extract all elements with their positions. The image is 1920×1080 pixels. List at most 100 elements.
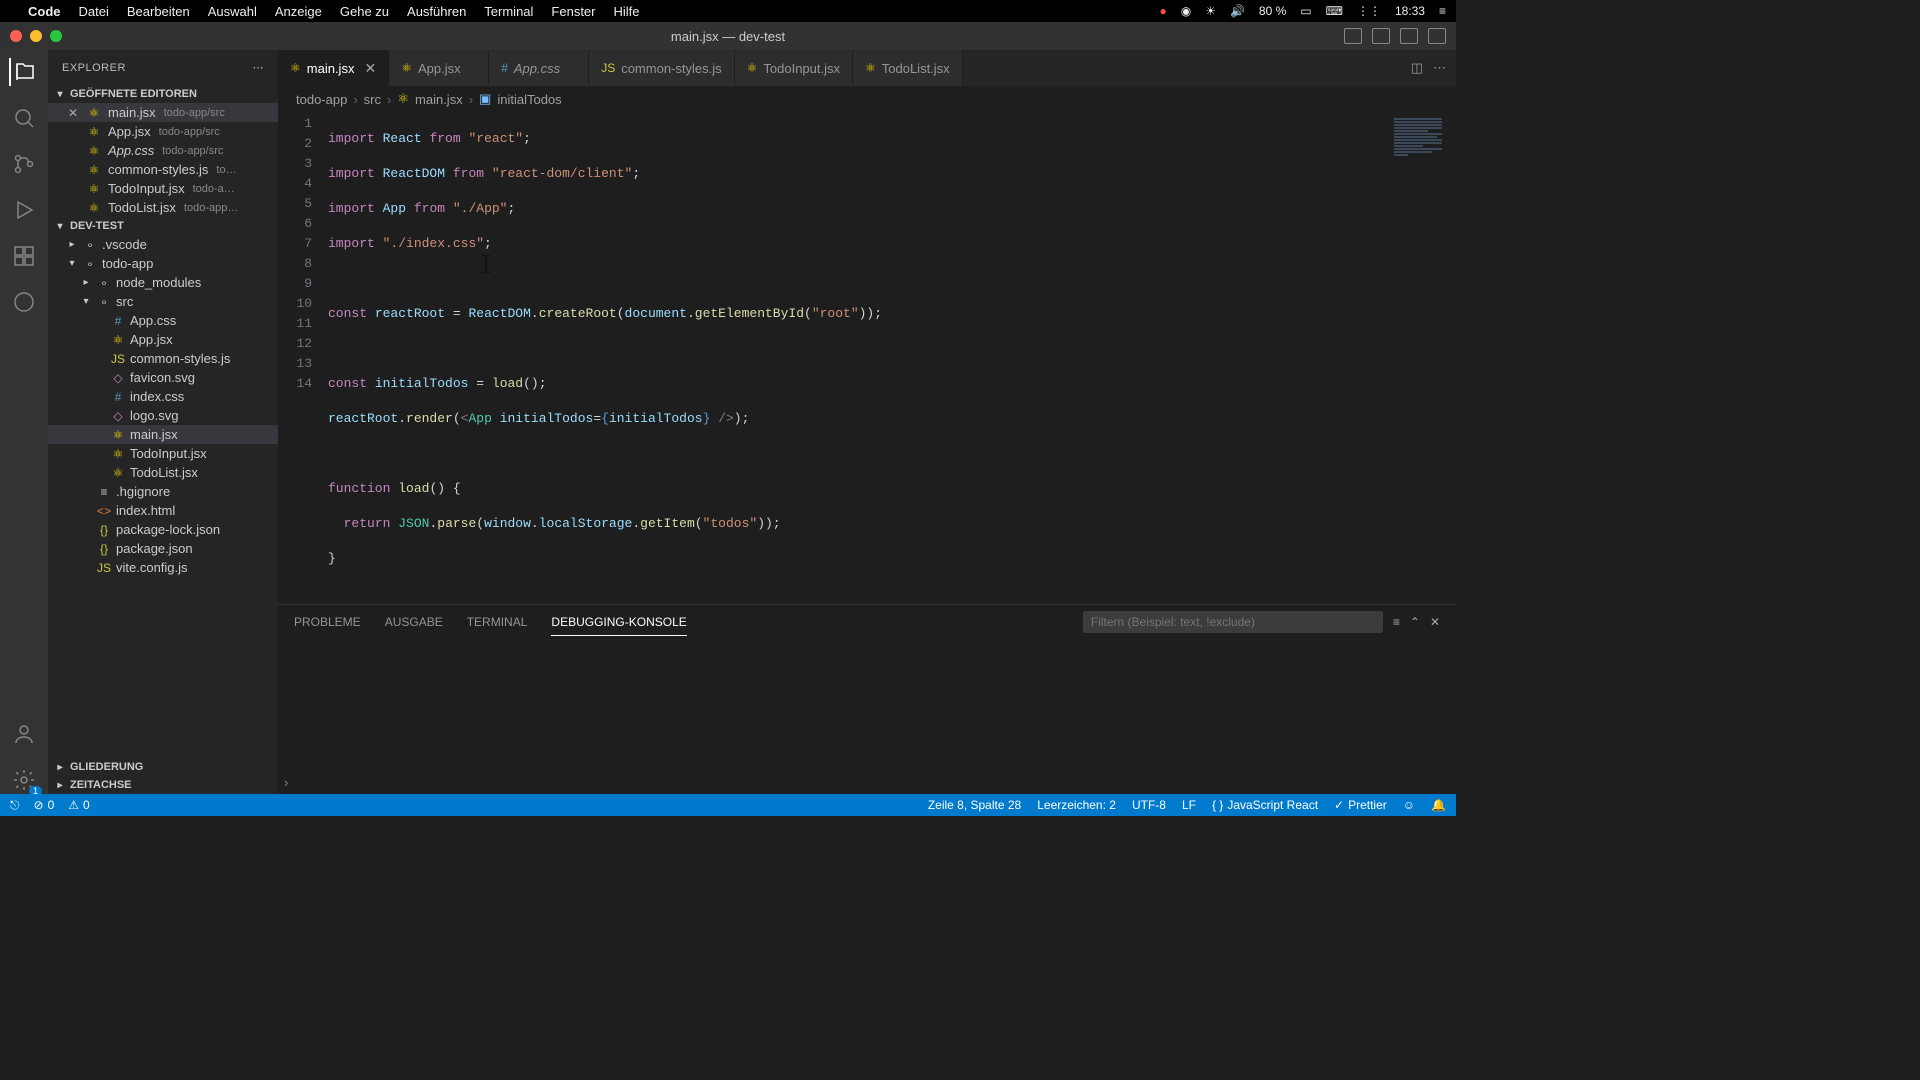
editor-tab[interactable]: ⚛ App.jsx (389, 50, 489, 86)
rec-icon[interactable]: ● (1159, 4, 1166, 18)
close-icon[interactable]: ✕ (364, 60, 376, 77)
extensions-icon[interactable] (10, 242, 38, 270)
timeline-section[interactable]: ▸ ZEITACHSE (48, 776, 278, 794)
file-item[interactable]: # index.css (48, 387, 278, 406)
indent-status[interactable]: Leerzeichen: 2 (1037, 798, 1116, 812)
outline-section[interactable]: ▸ GLIEDERUNG (48, 758, 278, 776)
feedback-icon[interactable]: ☺ (1403, 798, 1415, 812)
menu-window[interactable]: Fenster (551, 4, 595, 19)
source-control-icon[interactable] (10, 150, 38, 178)
siri-icon[interactable]: ◉ (1181, 4, 1191, 18)
app-name[interactable]: Code (28, 4, 61, 19)
warnings-count[interactable]: ⚠ 0 (68, 798, 89, 812)
run-debug-icon[interactable] (10, 196, 38, 224)
layout-full-icon[interactable] (1428, 28, 1446, 44)
layout-left-icon[interactable] (1344, 28, 1362, 44)
prettier-status[interactable]: ✓ Prettier (1334, 798, 1387, 812)
panel-tab-output[interactable]: AUSGABE (385, 609, 443, 635)
editor-tab[interactable]: ⚛ main.jsx ✕ (278, 50, 389, 86)
account-icon[interactable] (10, 720, 38, 748)
close-window-button[interactable] (10, 30, 22, 42)
open-editor-item[interactable]: ⚛ TodoInput.jsx todo-a… (48, 179, 278, 198)
prompt-icon[interactable]: › (284, 775, 288, 790)
file-item[interactable]: JS vite.config.js (48, 558, 278, 577)
editor-tab[interactable]: ⚛ TodoList.jsx (853, 50, 963, 86)
file-item[interactable]: ◇ favicon.svg (48, 368, 278, 387)
menu-file[interactable]: Datei (79, 4, 109, 19)
folder-item[interactable]: ▾ ∘ src (48, 292, 278, 311)
project-section[interactable]: ▾ DEV-TEST (48, 217, 278, 235)
debug-filter-input[interactable] (1083, 611, 1383, 633)
minimize-window-button[interactable] (30, 30, 42, 42)
file-item[interactable]: ⚛ TodoInput.jsx (48, 444, 278, 463)
open-editors-section[interactable]: ▾ GEÖFFNETE EDITOREN (48, 85, 278, 103)
cursor-position[interactable]: Zeile 8, Spalte 28 (928, 798, 1021, 812)
close-icon[interactable]: ✕ (66, 106, 80, 120)
encoding-status[interactable]: UTF-8 (1132, 798, 1166, 812)
editor-tab[interactable]: # App.css (489, 50, 589, 86)
editor-tab[interactable]: JS common-styles.js (589, 50, 734, 86)
file-item[interactable]: {} package-lock.json (48, 520, 278, 539)
maximize-window-button[interactable] (50, 30, 62, 42)
file-item[interactable]: ⚛ App.jsx (48, 330, 278, 349)
remote-icon[interactable] (10, 288, 38, 316)
settings-icon[interactable] (10, 766, 38, 794)
file-item[interactable]: # App.css (48, 311, 278, 330)
editor-tab[interactable]: ⚛ TodoInput.jsx (735, 50, 853, 86)
open-editor-item[interactable]: ⚛ common-styles.js to… (48, 160, 278, 179)
panel-tab-problems[interactable]: PROBLEME (294, 609, 361, 635)
file-item[interactable]: JS common-styles.js (48, 349, 278, 368)
filter-settings-icon[interactable]: ≡ (1393, 615, 1400, 629)
file-item[interactable]: ≡ .hgignore (48, 482, 278, 501)
menu-icon[interactable]: ≡ (1439, 4, 1446, 18)
menu-edit[interactable]: Bearbeiten (127, 4, 190, 19)
code-content[interactable]: import React from "react"; import ReactD… (328, 112, 1376, 604)
file-item[interactable]: <> index.html (48, 501, 278, 520)
menu-selection[interactable]: Auswahl (208, 4, 257, 19)
menu-view[interactable]: Anzeige (275, 4, 322, 19)
explorer-icon[interactable] (9, 58, 37, 86)
editor-body[interactable]: 1234567891011121314 import React from "r… (278, 112, 1456, 604)
file-item[interactable]: ◇ logo.svg (48, 406, 278, 425)
panel-tab-debug-console[interactable]: DEBUGGING-KONSOLE (551, 609, 686, 636)
panel-close-icon[interactable]: ✕ (1430, 615, 1440, 629)
clock[interactable]: 18:33 (1395, 4, 1425, 18)
remote-button[interactable]: ⎋ (10, 798, 20, 813)
eol-status[interactable]: LF (1182, 798, 1196, 812)
open-editor-item[interactable]: ⚛ TodoList.jsx todo-app… (48, 198, 278, 217)
menu-run[interactable]: Ausführen (407, 4, 466, 19)
breadcrumbs[interactable]: todo-app › src › ⚛ main.jsx › ▣ initialT… (278, 86, 1456, 112)
folder-item[interactable]: ▸ ∘ .vscode (48, 235, 278, 254)
sidebar-more-icon[interactable]: ⋯ (253, 61, 265, 74)
folder-item[interactable]: ▾ ∘ todo-app (48, 254, 278, 273)
file-item[interactable]: ⚛ main.jsx (48, 425, 278, 444)
open-editor-item[interactable]: ⚛ App.jsx todo-app/src (48, 122, 278, 141)
panel-tab-terminal[interactable]: TERMINAL (467, 609, 528, 635)
bell-icon[interactable]: 🔔 (1431, 798, 1446, 812)
menu-go[interactable]: Gehe zu (340, 4, 389, 19)
minimap[interactable] (1376, 112, 1456, 604)
battery-icon[interactable]: ▭ (1300, 4, 1311, 18)
layout-right-icon[interactable] (1400, 28, 1418, 44)
menu-terminal[interactable]: Terminal (484, 4, 533, 19)
breadcrumb-item[interactable]: src (364, 92, 381, 107)
file-item[interactable]: {} package.json (48, 539, 278, 558)
breadcrumb-item[interactable]: todo-app (296, 92, 347, 107)
search-icon[interactable] (10, 104, 38, 132)
wifi-icon[interactable]: ⋮⋮ (1357, 4, 1381, 18)
volume-icon[interactable]: 🔊 (1230, 4, 1245, 18)
split-editor-icon[interactable]: ◫ (1411, 60, 1423, 76)
breadcrumb-item[interactable]: initialTodos (497, 92, 561, 107)
open-editor-item[interactable]: ✕ ⚛ main.jsx todo-app/src (48, 103, 278, 122)
breadcrumb-item[interactable]: main.jsx (415, 92, 463, 107)
menu-help[interactable]: Hilfe (614, 4, 640, 19)
keyboard-icon[interactable]: ⌨ (1326, 4, 1343, 18)
file-item[interactable]: ⚛ TodoList.jsx (48, 463, 278, 482)
layout-bottom-icon[interactable] (1372, 28, 1390, 44)
open-editor-item[interactable]: ⚛ App.css todo-app/src (48, 141, 278, 160)
display-icon[interactable]: ☀ (1205, 4, 1216, 18)
panel-collapse-icon[interactable]: ⌃ (1410, 615, 1420, 629)
folder-item[interactable]: ▸ ∘ node_modules (48, 273, 278, 292)
errors-count[interactable]: ⊘ 0 (34, 798, 55, 812)
more-actions-icon[interactable]: ⋯ (1433, 60, 1446, 76)
